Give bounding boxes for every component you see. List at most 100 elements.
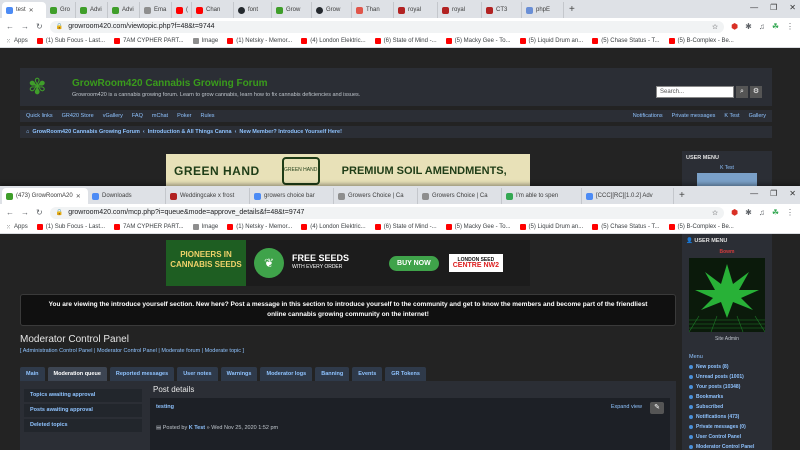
media-icon[interactable]: ♫ bbox=[759, 22, 765, 31]
tab-gr-tokens[interactable]: GR Tokens bbox=[385, 367, 426, 381]
avatar[interactable] bbox=[697, 173, 757, 186]
minimize-icon[interactable]: — bbox=[750, 3, 758, 12]
bookmark-item[interactable]: (1) Sub Focus - Last... bbox=[36, 38, 105, 44]
back-icon[interactable]: ← bbox=[6, 22, 14, 31]
post-author[interactable]: K Test bbox=[189, 425, 205, 431]
close-tab-icon[interactable]: ✕ bbox=[29, 7, 34, 14]
browser-tab[interactable]: Grow bbox=[312, 2, 352, 18]
nav-private-messages[interactable]: Private messages bbox=[672, 113, 716, 119]
browser-tab[interactable]: Growers Choice | Ca bbox=[334, 188, 418, 204]
bookmark-item[interactable]: (1) Sub Focus - Last... bbox=[36, 224, 105, 230]
bookmark-item[interactable]: (1) Netsky - Memor... bbox=[227, 38, 292, 44]
bookmark-item[interactable]: (6) State of Mind -... bbox=[374, 38, 437, 44]
side-posts-awaiting-approval[interactable]: Posts awaiting approval bbox=[24, 404, 142, 417]
breadcrumb-item[interactable]: Introduction & All Things Canna bbox=[148, 129, 232, 135]
buy-now-button[interactable]: BUY NOW bbox=[389, 255, 439, 271]
menu-bookmarks[interactable]: Bookmarks bbox=[689, 392, 772, 402]
close-window-icon[interactable]: ✕ bbox=[789, 3, 796, 12]
browser-tab[interactable]: Weddingcake x frost bbox=[166, 188, 250, 204]
bookmark-item[interactable]: (6) State of Mind -... bbox=[374, 224, 437, 230]
bookmark-item[interactable]: (5) Chase Status - T... bbox=[592, 38, 660, 44]
bookmark-item[interactable]: 7AM CYPHER PART... bbox=[114, 224, 184, 230]
search-icon[interactable]: ⌕ bbox=[736, 86, 748, 98]
nav-gallery[interactable]: Gallery bbox=[749, 113, 766, 119]
browser-tab[interactable]: Grow bbox=[272, 2, 312, 18]
bookmark-item[interactable]: (5) Macky Gee - To... bbox=[445, 38, 511, 44]
menu-notifications[interactable]: Notifications (473) bbox=[689, 412, 772, 422]
side-topics-awaiting-approval[interactable]: Topics awaiting approval bbox=[24, 389, 142, 402]
bookmark-item[interactable]: (5) B-Complex - Be... bbox=[668, 38, 734, 44]
nav-poker[interactable]: Poker bbox=[177, 113, 191, 119]
bookmark-apps[interactable]: ⁙ Apps bbox=[6, 224, 28, 231]
lock-icon[interactable]: 🔒 bbox=[56, 23, 63, 30]
browser-tab[interactable]: I'm able to spen bbox=[502, 188, 582, 204]
browser-tab[interactable]: growers choice bar bbox=[250, 188, 334, 204]
browser-tab[interactable]: test ✕ bbox=[2, 2, 46, 18]
adblock-icon[interactable]: ⬢ bbox=[731, 22, 738, 31]
bookmark-star-icon[interactable]: ☆ bbox=[712, 209, 718, 217]
edit-pencil-icon[interactable]: ✎ bbox=[650, 402, 664, 414]
forward-icon[interactable]: → bbox=[21, 208, 29, 217]
bookmark-item[interactable]: 7AM CYPHER PART... bbox=[114, 38, 184, 44]
browser-tab[interactable]: [CCC][RC][1.0.2] Adv bbox=[582, 188, 674, 204]
tab-events[interactable]: Events bbox=[352, 367, 383, 381]
menu-your-posts[interactable]: Your posts (10348) bbox=[689, 382, 772, 392]
mcp-quick-links[interactable]: [ Administration Control Panel | Moderat… bbox=[20, 348, 244, 354]
browser-tab[interactable]: Growers Choice | Ca bbox=[418, 188, 502, 204]
extensions-puzzle-icon[interactable]: ✱ bbox=[745, 208, 752, 217]
site-title[interactable]: GrowRoom420 Cannabis Growing Forum bbox=[72, 78, 268, 89]
bookmark-item[interactable]: Image bbox=[192, 38, 218, 44]
browser-tab[interactable]: ( bbox=[172, 2, 192, 18]
tab-reported-messages[interactable]: Reported messages bbox=[109, 367, 175, 381]
menu-user-control-panel[interactable]: User Control Panel bbox=[689, 432, 772, 442]
bookmark-item[interactable]: (5) Liquid Drum an... bbox=[519, 38, 583, 44]
search-input[interactable]: Search... bbox=[656, 86, 734, 98]
browser-tab[interactable]: (473) GrowRoomA20 ✕ bbox=[2, 188, 88, 204]
extensions-puzzle-icon[interactable]: ✱ bbox=[745, 22, 752, 31]
nav-store[interactable]: GR420 Store bbox=[62, 113, 94, 119]
bookmark-item[interactable]: Image bbox=[192, 224, 218, 230]
forward-icon[interactable]: → bbox=[21, 22, 29, 31]
back-icon[interactable]: ← bbox=[6, 208, 14, 217]
user-name[interactable]: K Test bbox=[682, 165, 772, 171]
ad-banner-green-hand[interactable]: GREEN HAND GREEN HAND PREMIUM SOIL AMEND… bbox=[166, 154, 530, 186]
browser-tab[interactable]: Gro bbox=[46, 2, 76, 18]
menu-moderator-control-panel[interactable]: Moderator Control Panel bbox=[689, 442, 772, 450]
close-tab-icon[interactable]: ✕ bbox=[76, 193, 81, 200]
minimize-icon[interactable]: — bbox=[750, 189, 758, 198]
media-icon[interactable]: ♫ bbox=[759, 208, 765, 217]
adblock-icon[interactable]: ⬢ bbox=[731, 208, 738, 217]
browser-tab[interactable]: Advi bbox=[76, 2, 108, 18]
breadcrumb-item[interactable]: GrowRoom420 Cannabis Growing Forum bbox=[32, 129, 140, 135]
new-tab-button[interactable]: + bbox=[674, 188, 690, 204]
maximize-icon[interactable]: ❐ bbox=[770, 189, 777, 198]
address-bar[interactable]: 🔒 growroom420.com/mcp.php?i=queue&mode=a… bbox=[49, 206, 725, 219]
nav-notifications[interactable]: Notifications bbox=[633, 113, 663, 119]
post-subject[interactable]: testing bbox=[156, 404, 174, 410]
bookmark-item[interactable]: (5) Macky Gee - To... bbox=[445, 224, 511, 230]
avatar[interactable] bbox=[689, 258, 765, 332]
bookmark-apps[interactable]: ⁙ Apps bbox=[6, 38, 28, 45]
expand-view-link[interactable]: Expand view bbox=[611, 404, 642, 410]
tab-moderator-logs[interactable]: Moderator logs bbox=[260, 367, 313, 381]
menu-subscribed[interactable]: Subscribed bbox=[689, 402, 772, 412]
browser-tab[interactable]: royal bbox=[394, 2, 438, 18]
bookmark-item[interactable]: (4) London Elektric... bbox=[301, 38, 366, 44]
menu-new-posts[interactable]: New posts (8) bbox=[689, 362, 772, 372]
nav-quick-links[interactable]: Quick links bbox=[26, 113, 53, 119]
close-window-icon[interactable]: ✕ bbox=[789, 189, 796, 198]
lock-icon[interactable]: 🔒 bbox=[56, 209, 63, 216]
tab-banning[interactable]: Banning bbox=[315, 367, 350, 381]
address-bar[interactable]: 🔒 growroom420.com/viewtopic.php?f=48&t=9… bbox=[49, 20, 725, 33]
bookmark-item[interactable]: (4) London Elektric... bbox=[301, 224, 366, 230]
browser-tab[interactable]: font bbox=[234, 2, 272, 18]
menu-private-messages[interactable]: Private messages (0) bbox=[689, 422, 772, 432]
tab-main[interactable]: Main bbox=[20, 367, 45, 381]
nav-vgallery[interactable]: vGallery bbox=[103, 113, 123, 119]
nav-mchat[interactable]: mChat bbox=[152, 113, 168, 119]
bookmark-item[interactable]: (5) Chase Status - T... bbox=[592, 224, 660, 230]
side-deleted-topics[interactable]: Deleted topics bbox=[24, 419, 142, 432]
tab-warnings[interactable]: Warnings bbox=[220, 367, 258, 381]
bookmark-item[interactable]: (1) Netsky - Memor... bbox=[227, 224, 292, 230]
bookmark-star-icon[interactable]: ☆ bbox=[712, 23, 718, 31]
